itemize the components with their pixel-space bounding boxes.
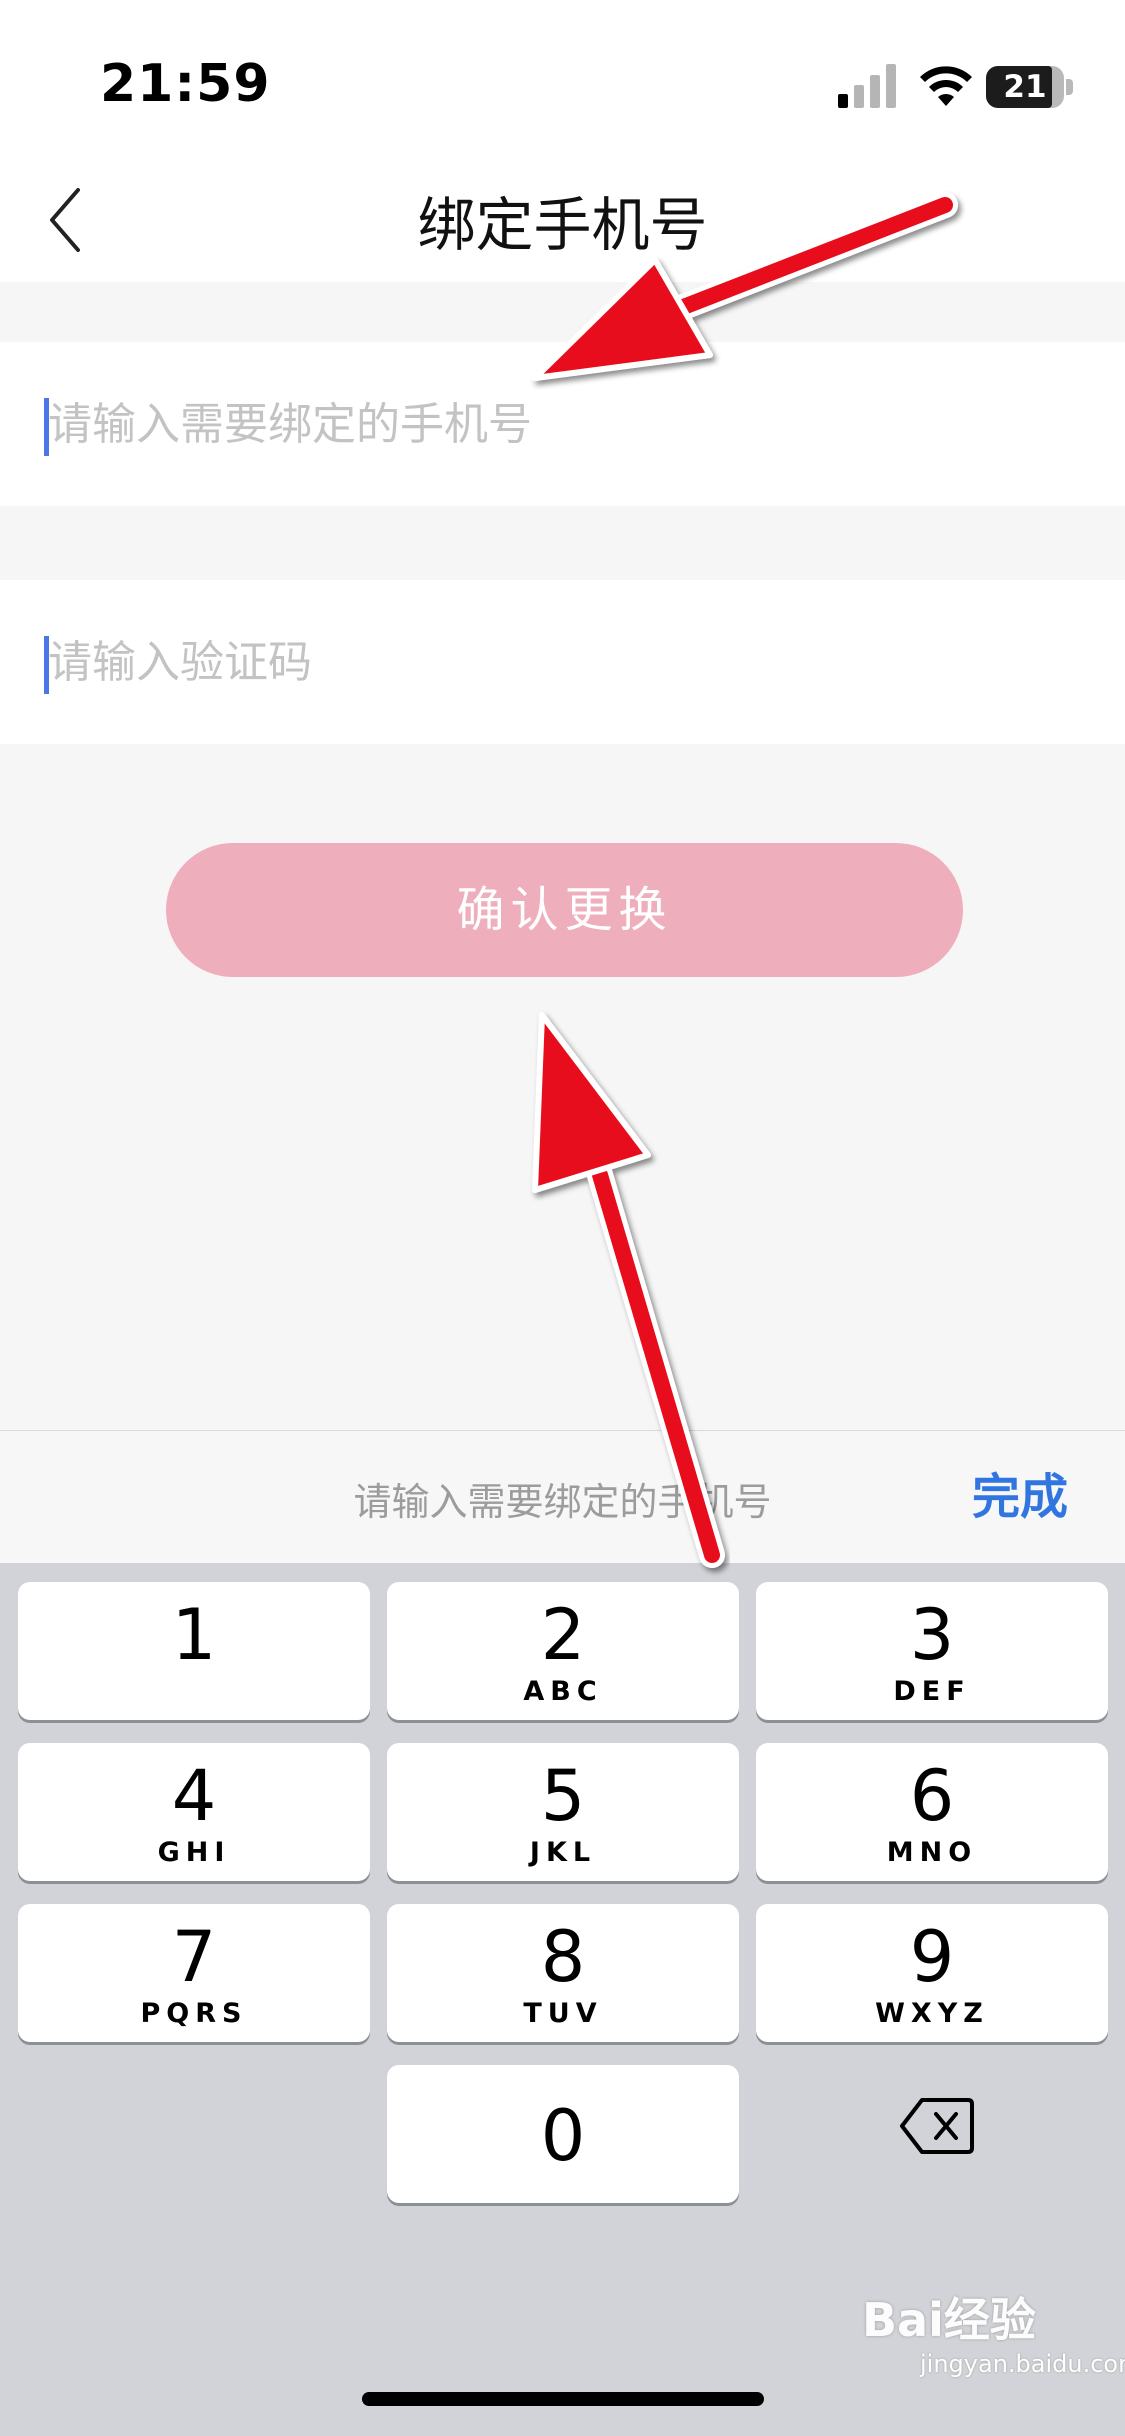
status-time: 21:59 xyxy=(100,54,271,114)
key-1[interactable]: 1 xyxy=(18,1582,370,1720)
key-8[interactable]: 8 TUV xyxy=(387,1904,739,2042)
status-bar: 21:59 21 xyxy=(0,0,1125,150)
battery-cap xyxy=(1066,79,1073,95)
key-letters: DEF xyxy=(893,1676,971,1707)
key-digit: 5 xyxy=(540,1755,586,1837)
key-7[interactable]: 7 PQRS xyxy=(18,1904,370,2042)
key-digit: 2 xyxy=(540,1594,586,1676)
delete-backspace-icon[interactable] xyxy=(900,2096,974,2156)
watermark-url: jingyan.baidu.com xyxy=(920,2350,1125,2378)
phone-input[interactable] xyxy=(48,382,1048,466)
key-letters: TUV xyxy=(523,1998,603,2029)
wifi-icon xyxy=(920,66,972,106)
key-digit: 9 xyxy=(909,1916,955,1998)
key-digit: 1 xyxy=(171,1594,217,1676)
battery-percentage: 21 xyxy=(1003,69,1047,105)
key-letters: MNO xyxy=(886,1837,978,1868)
nav-bar: 绑定手机号 xyxy=(0,150,1125,282)
key-9[interactable]: 9 WXYZ xyxy=(756,1904,1108,2042)
key-letters: PQRS xyxy=(140,1998,248,2029)
done-button[interactable]: 完成 xyxy=(972,1457,1068,1527)
key-digit: 7 xyxy=(171,1916,217,1998)
key-letters: GHI xyxy=(157,1837,231,1868)
verification-code-input[interactable] xyxy=(48,620,1048,704)
battery-icon: 21 xyxy=(986,66,1064,108)
key-digit: 3 xyxy=(909,1594,955,1676)
code-field-row[interactable] xyxy=(0,580,1125,744)
key-0[interactable]: 0 xyxy=(387,2065,739,2203)
key-digit: 6 xyxy=(909,1755,955,1837)
key-6[interactable]: 6 MNO xyxy=(756,1743,1108,1881)
key-2[interactable]: 2 ABC xyxy=(387,1582,739,1720)
key-5[interactable]: 5 JKL xyxy=(387,1743,739,1881)
key-letters: JKL xyxy=(529,1837,597,1868)
key-letters: WXYZ xyxy=(875,1998,989,2029)
key-digit: 4 xyxy=(171,1755,217,1837)
confirm-change-button[interactable]: 确认更换 xyxy=(166,843,963,977)
phone-field-row[interactable] xyxy=(0,342,1125,506)
baidu-jingyan-watermark: Bai经验 xyxy=(862,2293,1036,2347)
cellular-signal-icon xyxy=(838,64,896,108)
keyboard-hint: 请输入需要绑定的手机号 xyxy=(353,1480,772,1524)
key-digit: 8 xyxy=(540,1916,586,1998)
key-letters: ABC xyxy=(523,1676,603,1707)
key-4[interactable]: 4 GHI xyxy=(18,1743,370,1881)
key-3[interactable]: 3 DEF xyxy=(756,1582,1108,1720)
home-indicator[interactable] xyxy=(362,2392,764,2406)
page-title: 绑定手机号 xyxy=(417,191,708,259)
key-digit: 0 xyxy=(540,2095,586,2177)
keyboard-toolbar: 请输入需要绑定的手机号 完成 xyxy=(0,1430,1125,1564)
